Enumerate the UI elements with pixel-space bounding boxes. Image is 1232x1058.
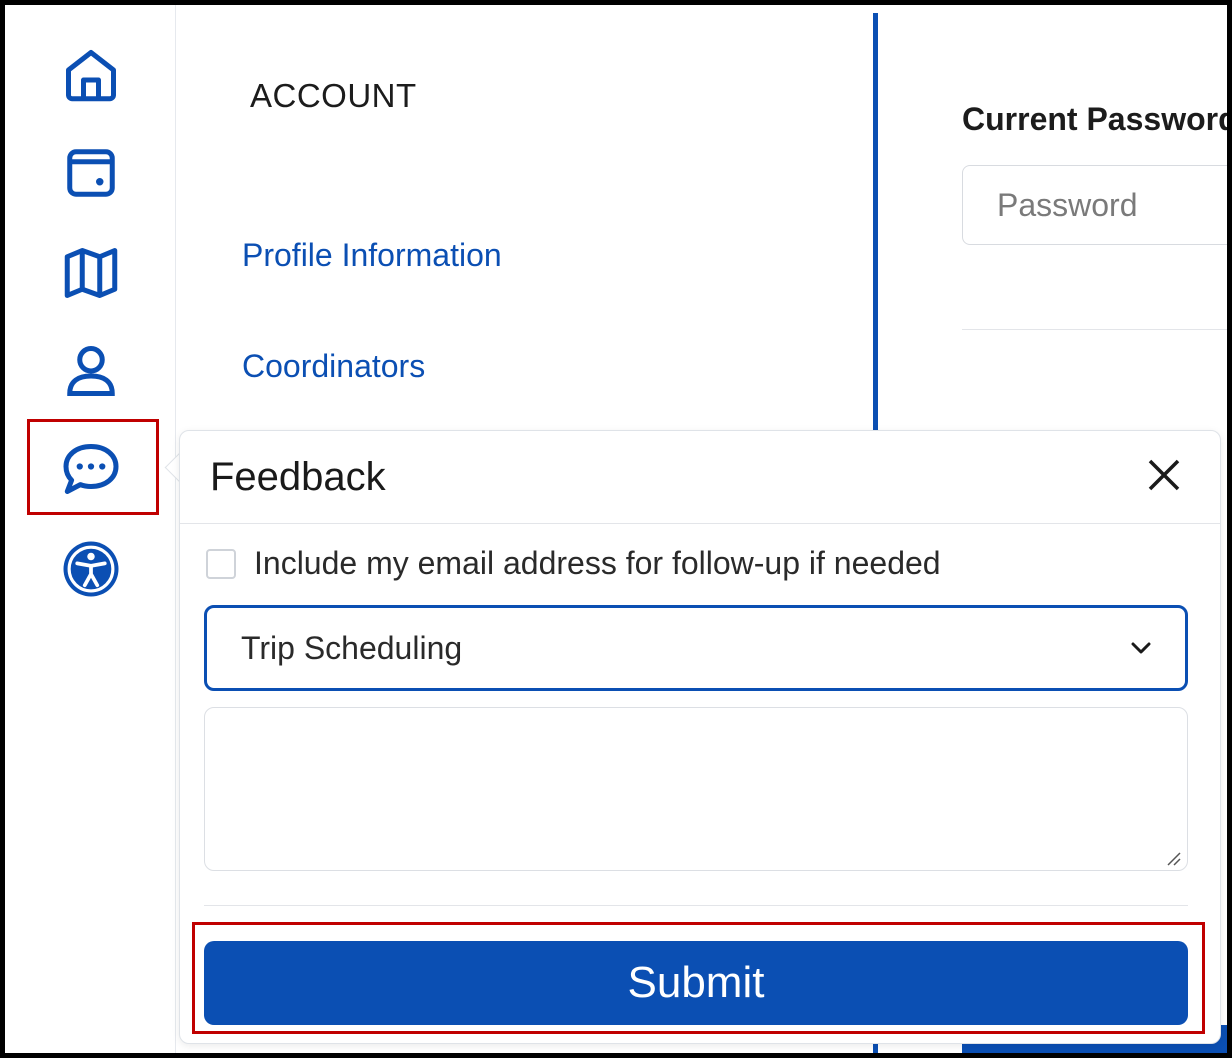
feedback-message-textarea[interactable]	[204, 707, 1188, 871]
calendar-icon[interactable]	[59, 141, 123, 205]
app-window: ACCOUNT Profile Information Coordinators…	[0, 0, 1232, 1058]
include-email-row: Include my email address for follow-up i…	[206, 545, 941, 582]
feedback-category-select[interactable]: Trip Scheduling	[204, 605, 1188, 691]
include-email-label: Include my email address for follow-up i…	[254, 545, 941, 581]
feedback-icon-highlight	[27, 419, 159, 515]
feedback-title: Feedback	[210, 455, 386, 499]
accessibility-icon[interactable]	[59, 537, 123, 601]
resize-grip-icon[interactable]	[1164, 849, 1182, 867]
map-icon[interactable]	[59, 241, 123, 305]
close-icon	[1148, 459, 1180, 491]
icon-sidebar	[5, 5, 176, 1053]
close-button[interactable]	[1142, 453, 1186, 497]
account-title: ACCOUNT	[250, 77, 417, 114]
include-email-checkbox[interactable]	[206, 548, 236, 579]
feedback-category-value: Trip Scheduling	[241, 630, 463, 666]
nav-link-coordinators[interactable]: Coordinators	[242, 348, 425, 385]
submit-highlight	[192, 922, 1205, 1034]
current-password-label: Current Password	[962, 101, 1232, 137]
profile-icon[interactable]	[59, 339, 123, 403]
popup-footer-divider	[204, 905, 1188, 906]
chevron-down-icon	[1131, 642, 1151, 654]
home-icon[interactable]	[59, 43, 123, 107]
popup-header-divider	[180, 523, 1220, 524]
current-password-input[interactable]	[962, 165, 1227, 245]
nav-link-profile-information[interactable]: Profile Information	[242, 237, 502, 274]
form-divider	[962, 329, 1227, 330]
